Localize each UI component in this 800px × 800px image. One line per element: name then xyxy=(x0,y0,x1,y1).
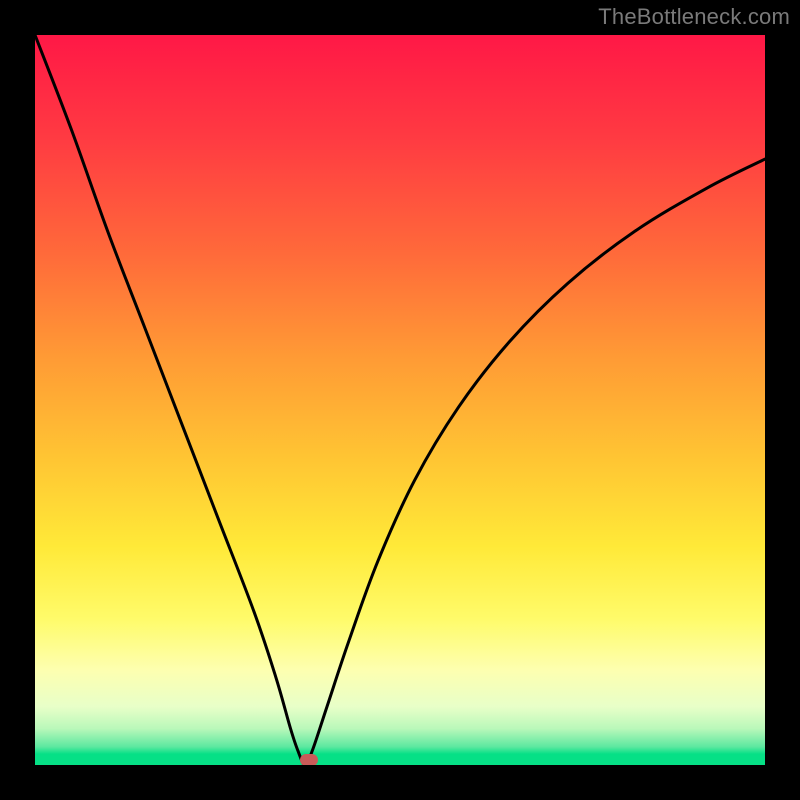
minimum-marker xyxy=(300,754,318,765)
chart-frame: TheBottleneck.com xyxy=(0,0,800,800)
plot-area xyxy=(35,35,765,765)
watermark-text: TheBottleneck.com xyxy=(598,4,790,30)
bottleneck-curve xyxy=(35,35,765,765)
